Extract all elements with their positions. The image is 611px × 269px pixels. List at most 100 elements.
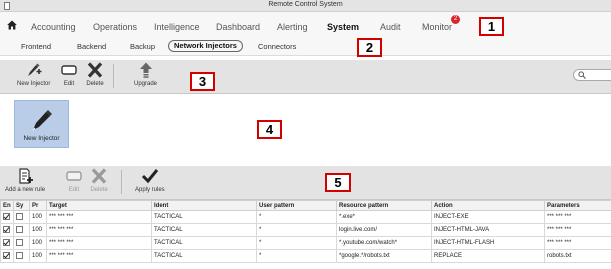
resource-pattern-cell: *.youtube.com/watch* [336,236,432,250]
annotation-marker-2: 2 [357,38,382,57]
injector-pen-icon [32,110,52,131]
priority-cell: 100 [29,223,47,237]
edit-injector-button[interactable]: Edit [60,62,78,87]
column-header[interactable]: Target [46,200,152,211]
add-rule-label: Add a new rule [5,187,46,193]
enabled-checkbox[interactable] [3,252,10,260]
parameters-cell: *** *** *** [544,210,611,224]
home-icon[interactable] [7,20,17,30]
sync-checkbox[interactable] [16,226,23,234]
parameters-cell: robots.txt [544,249,611,263]
tab-alerting[interactable]: Alerting [277,22,308,32]
priority-cell: 100 [29,236,47,250]
resource-pattern-cell: *google.*/robots.txt [336,249,432,263]
window-titlebar: Remote Control System [0,0,611,12]
enabled-checkbox[interactable] [3,213,10,221]
rules-toolbar: Add a new rule Edit Delete Apply rules [0,166,611,200]
sync-checkbox[interactable] [16,239,23,247]
ident-cell: TACTICAL [151,249,257,263]
user-pattern-cell: * [256,249,337,263]
delete-rule-label: Delete [90,187,108,193]
column-header[interactable]: Pr [29,200,47,211]
action-cell: REPLACE [431,249,545,263]
target-cell: *** *** *** [46,223,152,237]
annotation-marker-1: 1 [479,17,504,36]
table-row[interactable]: 100 *** *** *** TACTICAL * *.youtube.com… [0,236,611,250]
tab-system[interactable]: System [327,22,359,32]
upgrade-arrow-icon [139,62,152,78]
target-cell: *** *** *** [46,236,152,250]
table-row[interactable]: 100 *** *** *** TACTICAL * login.live.co… [0,223,611,237]
subtab-frontend[interactable]: Frontend [21,41,51,52]
ident-cell: TACTICAL [151,210,257,224]
ident-cell: TACTICAL [151,223,257,237]
new-injector-icon [27,63,42,76]
edit-rule-button[interactable]: Edit [65,168,83,193]
column-header[interactable]: Sy [13,200,30,211]
new-injector-button[interactable]: New Injector [17,62,50,87]
subtab-backend[interactable]: Backend [77,41,106,52]
delete-icon [91,168,107,184]
tab-operations[interactable]: Operations [93,22,137,32]
user-pattern-cell: * [256,236,337,250]
checkmark-icon [141,169,159,184]
enabled-checkbox[interactable] [3,239,10,247]
toolbar-separator [113,64,114,88]
sub-navigation: Frontend Backend Backup Network Injector… [0,36,611,56]
column-header[interactable]: Action [431,200,545,211]
priority-cell: 100 [29,249,47,263]
edit-rule-label: Edit [68,187,80,193]
search-input[interactable] [573,69,611,81]
search-icon [578,71,586,79]
table-row[interactable]: 100 *** *** *** TACTICAL * *google.*/rob… [0,249,611,263]
annotation-marker-5: 5 [325,173,351,192]
delete-rule-button[interactable]: Delete [90,168,108,193]
user-pattern-cell: * [256,210,337,224]
subtab-network-injectors[interactable]: Network Injectors [168,40,243,52]
tab-dashboard[interactable]: Dashboard [216,22,260,32]
upgrade-label: Upgrade [134,81,158,87]
add-rule-button[interactable]: Add a new rule [5,168,45,193]
user-pattern-cell: * [256,223,337,237]
tab-audit[interactable]: Audit [380,22,401,32]
apply-rules-label: Apply rules [135,187,165,193]
upgrade-button[interactable]: Upgrade [134,62,157,87]
column-header[interactable]: En [0,200,14,211]
delete-injector-button[interactable]: Delete [86,62,104,87]
edit-icon [61,65,77,75]
apply-rules-button[interactable]: Apply rules [135,168,165,193]
edit-injector-label: Edit [63,81,75,87]
delete-icon [87,62,103,78]
subtab-connectors[interactable]: Connectors [258,41,296,52]
table-header-row: En Sy Pr Target Ident User pattern Resou… [0,200,611,211]
target-cell: *** *** *** [46,249,152,263]
injector-toolbar: New Injector Edit Delete Upgrade [0,60,611,94]
table-row[interactable]: 100 *** *** *** TACTICAL * *.exe* INJECT… [0,210,611,224]
annotation-marker-4: 4 [257,120,282,139]
enabled-checkbox[interactable] [3,226,10,234]
subtab-backup[interactable]: Backup [130,41,155,52]
tab-accounting[interactable]: Accounting [31,22,76,32]
annotation-marker-3: 3 [190,72,215,91]
edit-icon [66,171,82,181]
injector-tile[interactable]: New Injector [14,100,69,148]
column-header[interactable]: User pattern [256,200,337,211]
action-cell: INJECT-EXE [431,210,545,224]
column-header[interactable]: Parameters [544,200,611,211]
rules-table: En Sy Pr Target Ident User pattern Resou… [0,200,611,263]
main-navigation: Accounting Operations Intelligence Dashb… [0,12,611,36]
parameters-cell: *** *** *** [544,236,611,250]
action-cell: INJECT-HTML-FLASH [431,236,545,250]
ident-cell: TACTICAL [151,236,257,250]
new-injector-label: New Injector [17,81,51,87]
injector-list: New Injector [0,94,611,166]
target-cell: *** *** *** [46,210,152,224]
sync-checkbox[interactable] [16,213,23,221]
tab-intelligence[interactable]: Intelligence [154,22,200,32]
sync-checkbox[interactable] [16,252,23,260]
priority-cell: 100 [29,210,47,224]
column-header[interactable]: Ident [151,200,257,211]
tab-monitor[interactable]: Monitor [422,22,452,32]
parameters-cell: *** *** *** [544,223,611,237]
column-header[interactable]: Resource pattern [336,200,432,211]
